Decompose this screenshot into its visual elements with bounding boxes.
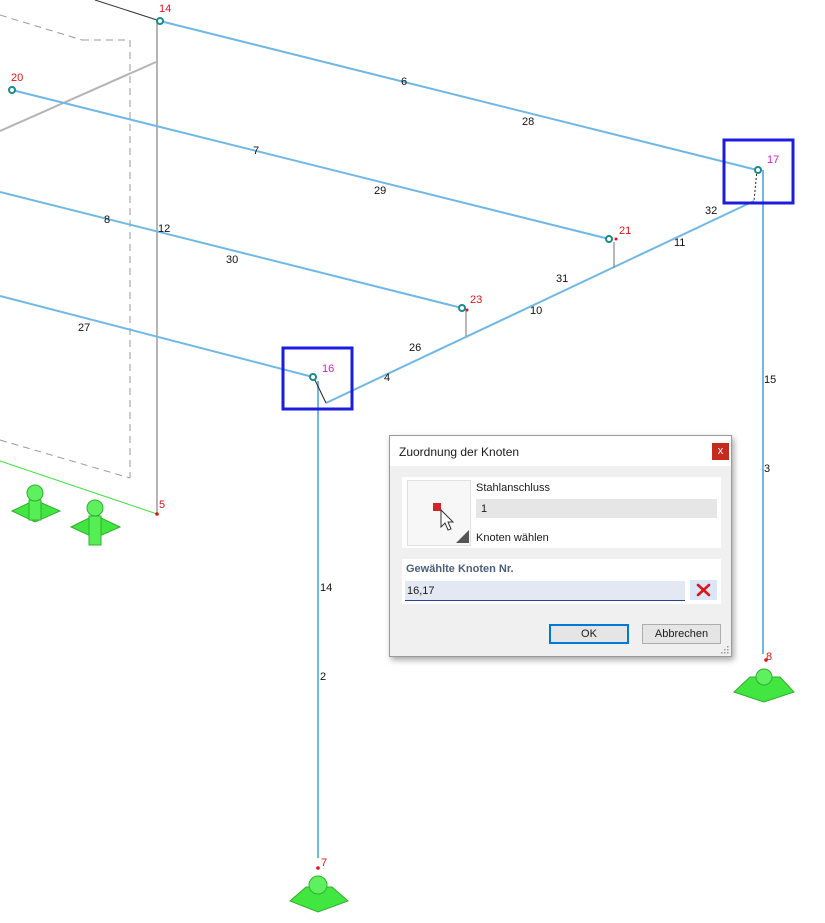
node-number: 21 xyxy=(619,225,631,237)
dialog-title-bar[interactable]: Zuordnung der Knoten x xyxy=(390,436,731,466)
member-number: 32 xyxy=(705,205,717,217)
node-marker-16[interactable] xyxy=(309,373,317,381)
node-number: 17 xyxy=(767,154,779,166)
node-number: 16 xyxy=(322,363,334,375)
member-number: 11 xyxy=(674,237,685,249)
member-number: 3 xyxy=(764,463,770,475)
background-geometry xyxy=(0,0,158,515)
member-number: 14 xyxy=(320,582,332,594)
member-number: 12 xyxy=(158,223,170,235)
resize-grip-icon[interactable] xyxy=(720,645,729,654)
node-markers xyxy=(8,17,762,381)
node-marker-17[interactable] xyxy=(754,166,762,174)
support-icon xyxy=(289,875,349,913)
steel-connection-value: 1 xyxy=(481,503,488,515)
member-number: 31 xyxy=(556,273,568,285)
node-selection-boxes xyxy=(281,138,795,411)
cancel-button[interactable]: Abbrechen xyxy=(642,624,721,644)
member-number: 2 xyxy=(320,671,326,683)
support-icon xyxy=(10,484,62,523)
steel-connection-label: Stahlanschluss xyxy=(476,482,550,494)
node-number: 7 xyxy=(321,857,327,869)
selected-nodes-title: Gewählte Knoten Nr. xyxy=(406,563,514,575)
node-marker-21[interactable] xyxy=(605,235,613,243)
cursor-pick-icon xyxy=(433,503,469,543)
selected-nodes-group: Gewählte Knoten Nr. xyxy=(402,559,721,604)
member-number: 6 xyxy=(401,76,407,88)
member-number: 4 xyxy=(384,372,390,384)
member-number: 10 xyxy=(530,305,542,317)
clear-selection-button[interactable] xyxy=(690,580,717,600)
node-marker-20[interactable] xyxy=(8,86,16,94)
node-marker-14[interactable] xyxy=(156,17,164,25)
member-number: 7 xyxy=(253,145,259,157)
dialog-title: Zuordnung der Knoten xyxy=(399,445,520,459)
member-number: 29 xyxy=(374,185,386,197)
node-number: 5 xyxy=(159,499,165,511)
steel-connection-field: 1 xyxy=(476,499,717,518)
support-icon xyxy=(733,668,795,703)
close-button[interactable]: x xyxy=(712,443,729,460)
node-number: 8 xyxy=(766,651,772,663)
red-x-icon xyxy=(696,583,711,597)
member-number: 26 xyxy=(409,342,421,354)
selected-nodes-input[interactable] xyxy=(405,581,685,601)
member-number: 30 xyxy=(226,254,238,266)
node-number: 23 xyxy=(470,294,482,306)
member-number: 27 xyxy=(78,322,90,334)
support-icon xyxy=(69,499,122,546)
node-assignment-dialog: Zuordnung der Knoten x Stahlanschluss 1 … xyxy=(389,435,732,657)
node-number: 20 xyxy=(11,72,23,84)
member-number: 8 xyxy=(104,214,110,226)
member-number: 28 xyxy=(522,116,534,128)
pick-nodes-label: Knoten wählen xyxy=(476,532,549,544)
steel-connection-group: Stahlanschluss 1 Knoten wählen xyxy=(402,477,721,548)
node-number: 14 xyxy=(159,3,171,15)
node-marker-23[interactable] xyxy=(458,304,466,312)
ok-button[interactable]: OK xyxy=(549,624,629,644)
member-number: 15 xyxy=(764,374,776,386)
close-icon: x xyxy=(717,445,724,457)
pick-nodes-button[interactable] xyxy=(407,480,471,546)
